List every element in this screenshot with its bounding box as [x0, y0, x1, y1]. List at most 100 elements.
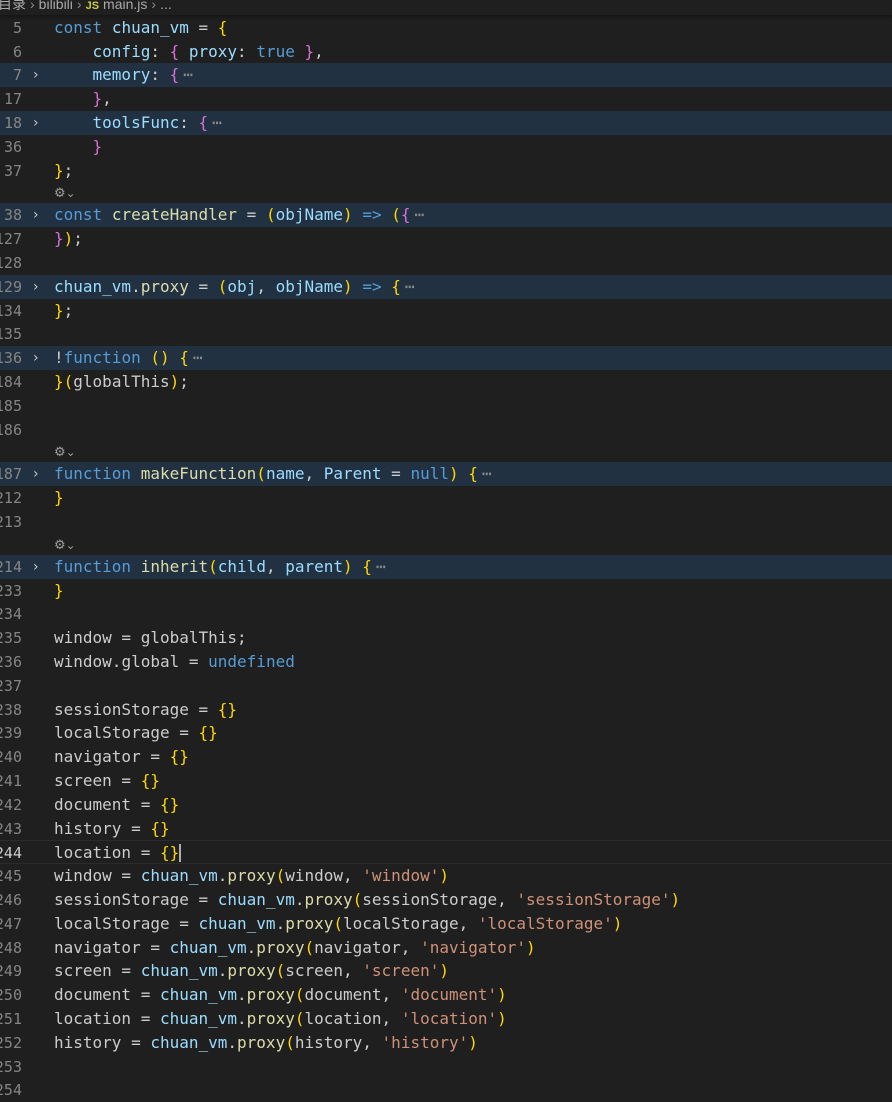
code-token: ;	[63, 300, 74, 320]
code-token: window =	[54, 866, 141, 886]
code-line[interactable]: 242 document = {}	[0, 793, 892, 817]
code-line[interactable]: 212}	[0, 486, 892, 510]
line-number: 246	[0, 891, 22, 909]
code-line[interactable]: 234	[0, 602, 892, 626]
code-line[interactable]: 241 screen = {}	[0, 769, 892, 793]
line-number: 187	[0, 465, 22, 484]
fold-chevron-icon[interactable]: ›	[33, 114, 49, 132]
code-line[interactable]: 134};	[0, 299, 892, 323]
code-line[interactable]: 36 }	[0, 135, 892, 159]
code-line[interactable]: 235 window = globalThis;	[0, 626, 892, 650]
code-line[interactable]: 252 history = chuan_vm.proxy(history, 'hi…	[0, 1031, 892, 1055]
line-number: 245	[0, 867, 22, 886]
code-line[interactable]: 254	[0, 1078, 892, 1102]
folded-ellipsis-icon[interactable]: ⋯	[405, 277, 415, 296]
code-token: localStorage,	[343, 913, 478, 933]
chevron-down-icon: ⌄	[65, 537, 76, 552]
fold-chevron-icon[interactable]: ›	[33, 465, 49, 483]
sparkle-icon: ⚙	[54, 445, 66, 461]
code-line[interactable]: 186	[0, 418, 892, 442]
code-token: function	[63, 348, 141, 368]
code-token: proxy	[237, 1032, 286, 1052]
folded-ellipsis-icon[interactable]: ⋯	[183, 65, 193, 84]
code-line[interactable]: 247 localStorage = chuan_vm.proxy(localSt…	[0, 912, 892, 936]
code-editor[interactable]: 4// console.log = function(){}5const chu…	[0, 0, 892, 1102]
fold-chevron-icon[interactable]: ›	[33, 349, 49, 367]
code-line[interactable]: 127});	[0, 227, 892, 251]
code-line[interactable]: 243 history = {}	[0, 817, 892, 841]
code-line[interactable]: 5 const chuan_vm = {	[0, 16, 892, 40]
code-line[interactable]: 233}	[0, 579, 892, 603]
code-text: screen = {}	[54, 772, 160, 790]
code-line[interactable]: 18 › toolsFunc: {⋯	[0, 111, 892, 135]
fold-chevron-icon[interactable]: ›	[33, 66, 49, 84]
code-line[interactable]: 17 },	[0, 87, 892, 111]
code-token: )	[497, 1009, 507, 1028]
code-line[interactable]: 184}(globalThis);	[0, 370, 892, 394]
code-text: });	[54, 230, 83, 248]
fold-chevron-icon[interactable]: ›	[33, 206, 49, 224]
fold-chevron-icon[interactable]: ›	[33, 278, 49, 296]
code-line[interactable]: 249 screen = chuan_vm.proxy(screen, 'scre…	[0, 959, 892, 983]
line-number: 213	[0, 513, 22, 531]
code-line[interactable]: 237	[0, 674, 892, 698]
code-token: window,	[285, 866, 363, 886]
code-line[interactable]: 253	[0, 1055, 892, 1079]
folded-ellipsis-icon[interactable]: ⋯	[376, 557, 386, 576]
code-line[interactable]: 185	[0, 394, 892, 418]
code-token: ;	[63, 160, 74, 180]
code-token: }	[92, 89, 103, 109]
code-line[interactable]: 135	[0, 322, 892, 346]
code-line[interactable]: 38 › const createHandler = (objName) => ({…	[0, 203, 892, 228]
code-line[interactable]: 129 › chuan_vm.proxy = (obj, objName) => {…	[0, 274, 892, 299]
code-line[interactable]: 239 localStorage = {}	[0, 721, 892, 745]
code-token: function	[54, 556, 132, 576]
code-token: }	[54, 300, 64, 320]
folded-ellipsis-icon[interactable]: ⋯	[212, 113, 222, 132]
code-line[interactable]: 246 sessionStorage = chuan_vm.proxy(sessi…	[0, 888, 892, 912]
code-token: {}	[159, 843, 180, 863]
code-line[interactable]: 7 › memory: {⋯	[0, 63, 892, 88]
code-line[interactable]: 6 config: { proxy: true },	[0, 40, 892, 64]
code-token: chuan_vm	[198, 913, 276, 933]
code-token: navigator =	[54, 747, 170, 767]
code-line[interactable]: 250 document = chuan_vm.proxy(document, '…	[0, 983, 892, 1007]
code-line[interactable]: 214 › function inherit(child, parent) {⋯	[0, 554, 892, 579]
code-line[interactable]: 136›!function () {⋯	[0, 346, 892, 371]
code-token: inherit	[140, 556, 209, 576]
breadcrumb-item-bilibili[interactable]: bilibili	[39, 0, 73, 12]
code-line[interactable]: 238 sessionStorage = {}	[0, 698, 892, 722]
code-line[interactable]: 248 navigator = chuan_vm.proxy(navigator,…	[0, 936, 892, 960]
code-token: )	[343, 276, 353, 296]
code-line[interactable]: 187 › function makeFunction(name, Parent =…	[0, 462, 892, 487]
line-number: 249	[0, 962, 22, 981]
fold-chevron-icon[interactable]: ›	[33, 558, 49, 576]
code-token: :	[179, 113, 199, 132]
code-line[interactable]: 245 window = chuan_vm.proxy(window, 'wind…	[0, 864, 892, 888]
code-token: (	[265, 205, 276, 225]
code-line[interactable]: 128	[0, 251, 892, 275]
line-number: 242	[0, 795, 22, 814]
code-token: null	[410, 464, 449, 484]
code-line[interactable]: 37};	[0, 159, 892, 183]
folded-ellipsis-icon[interactable]: ⋯	[482, 464, 492, 483]
breadcrumb-item-file[interactable]: main.js	[103, 0, 147, 12]
code-text: !function () {⋯	[54, 349, 203, 367]
breadcrumb-item-symbol[interactable]: ...	[160, 0, 172, 12]
code-token: ,	[314, 41, 324, 61]
code-text: const createHandler = (objName) => ({⋯	[54, 206, 424, 224]
folded-ellipsis-icon[interactable]: ⋯	[193, 348, 203, 367]
code-line[interactable]: 251 location = chuan_vm.proxy(location, '…	[0, 1007, 892, 1031]
code-line[interactable]: 244 location = {}	[0, 840, 892, 865]
code-line[interactable]: 236 window.global = undefined	[0, 650, 892, 674]
folded-ellipsis-icon[interactable]: ⋯	[415, 205, 425, 224]
breadcrumb-item-folder[interactable]: 目录	[0, 0, 26, 12]
codelens-hint[interactable]: ⚙⌄	[54, 185, 76, 201]
codelens-hint[interactable]: ⚙⌄	[54, 444, 76, 460]
code-token: (	[352, 890, 363, 909]
codelens-hint[interactable]: ⚙⌄	[54, 537, 76, 553]
code-line[interactable]: 213	[0, 510, 892, 534]
code-line[interactable]: 240 navigator = {}	[0, 745, 892, 769]
